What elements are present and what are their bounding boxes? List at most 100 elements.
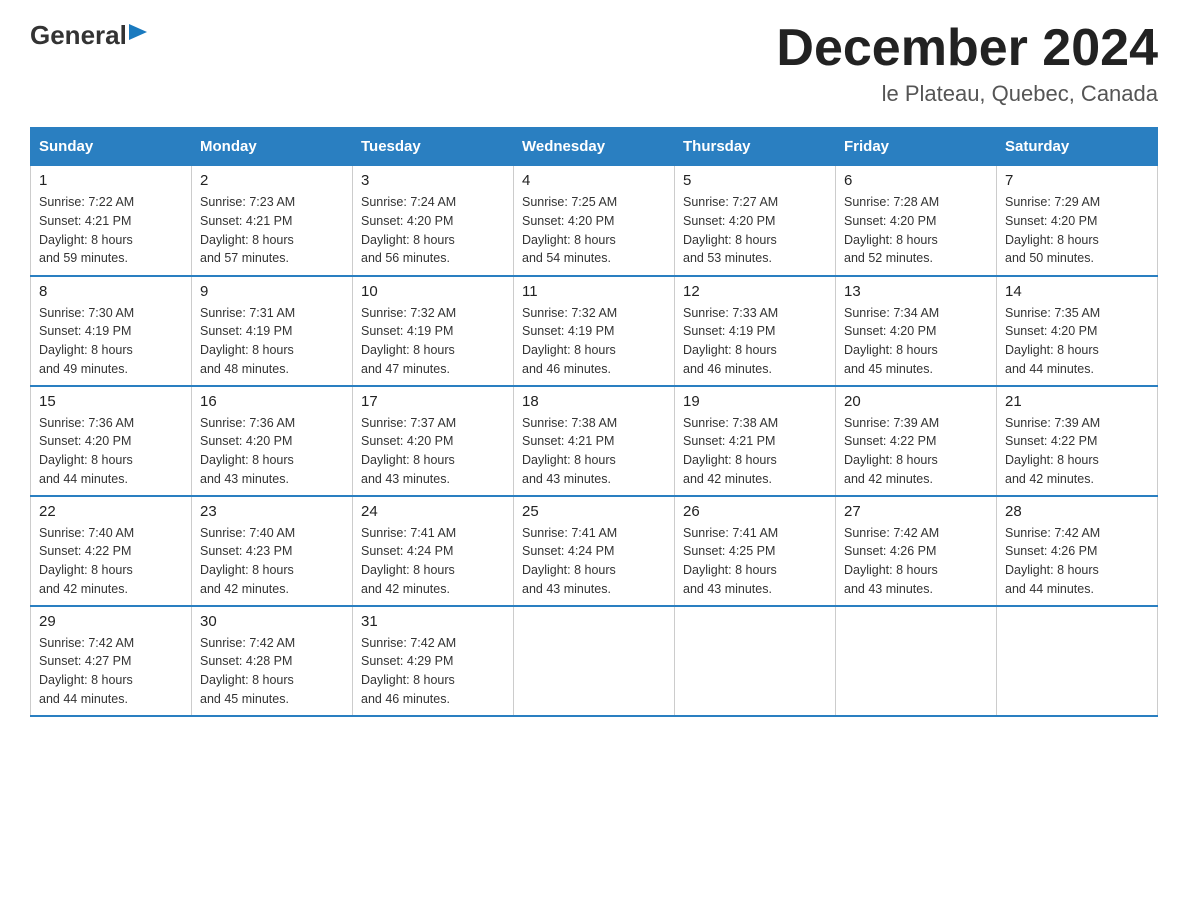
calendar-table: Sunday Monday Tuesday Wednesday Thursday… [30, 127, 1158, 717]
table-row: 5 Sunrise: 7:27 AM Sunset: 4:20 PM Dayli… [675, 166, 836, 276]
table-row: 21 Sunrise: 7:39 AM Sunset: 4:22 PM Dayl… [997, 386, 1158, 496]
day-number: 10 [361, 283, 505, 300]
day-number: 30 [200, 613, 344, 630]
calendar-week-row: 29 Sunrise: 7:42 AM Sunset: 4:27 PM Dayl… [31, 606, 1158, 716]
table-row: 7 Sunrise: 7:29 AM Sunset: 4:20 PM Dayli… [997, 166, 1158, 276]
day-info: Sunrise: 7:36 AM Sunset: 4:20 PM Dayligh… [200, 414, 344, 489]
table-row: 12 Sunrise: 7:33 AM Sunset: 4:19 PM Dayl… [675, 276, 836, 386]
day-number: 27 [844, 503, 988, 520]
logo-wordmark: General [30, 20, 147, 51]
day-number: 31 [361, 613, 505, 630]
day-info: Sunrise: 7:39 AM Sunset: 4:22 PM Dayligh… [844, 414, 988, 489]
table-row: 11 Sunrise: 7:32 AM Sunset: 4:19 PM Dayl… [514, 276, 675, 386]
day-info: Sunrise: 7:39 AM Sunset: 4:22 PM Dayligh… [1005, 414, 1149, 489]
day-info: Sunrise: 7:38 AM Sunset: 4:21 PM Dayligh… [683, 414, 827, 489]
logo-flag-icon [129, 20, 147, 51]
day-info: Sunrise: 7:38 AM Sunset: 4:21 PM Dayligh… [522, 414, 666, 489]
table-row: 14 Sunrise: 7:35 AM Sunset: 4:20 PM Dayl… [997, 276, 1158, 386]
day-number: 12 [683, 283, 827, 300]
day-number: 9 [200, 283, 344, 300]
day-number: 13 [844, 283, 988, 300]
day-info: Sunrise: 7:41 AM Sunset: 4:24 PM Dayligh… [361, 524, 505, 599]
day-number: 17 [361, 393, 505, 410]
day-info: Sunrise: 7:40 AM Sunset: 4:23 PM Dayligh… [200, 524, 344, 599]
day-number: 29 [39, 613, 183, 630]
header-friday: Friday [836, 128, 997, 166]
day-info: Sunrise: 7:41 AM Sunset: 4:25 PM Dayligh… [683, 524, 827, 599]
day-info: Sunrise: 7:30 AM Sunset: 4:19 PM Dayligh… [39, 304, 183, 379]
day-number: 3 [361, 172, 505, 189]
day-info: Sunrise: 7:25 AM Sunset: 4:20 PM Dayligh… [522, 193, 666, 268]
day-number: 25 [522, 503, 666, 520]
table-row: 18 Sunrise: 7:38 AM Sunset: 4:21 PM Dayl… [514, 386, 675, 496]
day-number: 8 [39, 283, 183, 300]
calendar-week-row: 8 Sunrise: 7:30 AM Sunset: 4:19 PM Dayli… [31, 276, 1158, 386]
table-row: 4 Sunrise: 7:25 AM Sunset: 4:20 PM Dayli… [514, 166, 675, 276]
header-tuesday: Tuesday [353, 128, 514, 166]
day-info: Sunrise: 7:34 AM Sunset: 4:20 PM Dayligh… [844, 304, 988, 379]
header-monday: Monday [192, 128, 353, 166]
day-info: Sunrise: 7:29 AM Sunset: 4:20 PM Dayligh… [1005, 193, 1149, 268]
day-info: Sunrise: 7:27 AM Sunset: 4:20 PM Dayligh… [683, 193, 827, 268]
day-number: 21 [1005, 393, 1149, 410]
location-subtitle: le Plateau, Quebec, Canada [776, 81, 1158, 107]
day-info: Sunrise: 7:37 AM Sunset: 4:20 PM Dayligh… [361, 414, 505, 489]
table-row [997, 606, 1158, 716]
day-number: 20 [844, 393, 988, 410]
day-info: Sunrise: 7:31 AM Sunset: 4:19 PM Dayligh… [200, 304, 344, 379]
table-row [836, 606, 997, 716]
day-info: Sunrise: 7:42 AM Sunset: 4:26 PM Dayligh… [844, 524, 988, 599]
day-number: 15 [39, 393, 183, 410]
day-info: Sunrise: 7:32 AM Sunset: 4:19 PM Dayligh… [361, 304, 505, 379]
day-number: 16 [200, 393, 344, 410]
day-number: 5 [683, 172, 827, 189]
month-year-title: December 2024 [776, 20, 1158, 77]
day-number: 23 [200, 503, 344, 520]
table-row: 28 Sunrise: 7:42 AM Sunset: 4:26 PM Dayl… [997, 496, 1158, 606]
table-row: 19 Sunrise: 7:38 AM Sunset: 4:21 PM Dayl… [675, 386, 836, 496]
header-sunday: Sunday [31, 128, 192, 166]
day-info: Sunrise: 7:36 AM Sunset: 4:20 PM Dayligh… [39, 414, 183, 489]
day-number: 1 [39, 172, 183, 189]
table-row: 9 Sunrise: 7:31 AM Sunset: 4:19 PM Dayli… [192, 276, 353, 386]
day-number: 24 [361, 503, 505, 520]
logo: General Blue [30, 20, 210, 51]
day-info: Sunrise: 7:22 AM Sunset: 4:21 PM Dayligh… [39, 193, 183, 268]
title-section: December 2024 le Plateau, Quebec, Canada [776, 20, 1158, 107]
table-row [675, 606, 836, 716]
header-saturday: Saturday [997, 128, 1158, 166]
day-info: Sunrise: 7:33 AM Sunset: 4:19 PM Dayligh… [683, 304, 827, 379]
table-row: 20 Sunrise: 7:39 AM Sunset: 4:22 PM Dayl… [836, 386, 997, 496]
table-row: 1 Sunrise: 7:22 AM Sunset: 4:21 PM Dayli… [31, 166, 192, 276]
day-info: Sunrise: 7:42 AM Sunset: 4:26 PM Dayligh… [1005, 524, 1149, 599]
page-header: General Blue December 2024 le Plateau, Q… [30, 20, 1158, 107]
table-row: 24 Sunrise: 7:41 AM Sunset: 4:24 PM Dayl… [353, 496, 514, 606]
day-number: 7 [1005, 172, 1149, 189]
calendar-week-row: 15 Sunrise: 7:36 AM Sunset: 4:20 PM Dayl… [31, 386, 1158, 496]
logo-general-word: General [30, 20, 127, 51]
day-number: 26 [683, 503, 827, 520]
header-thursday: Thursday [675, 128, 836, 166]
table-row: 10 Sunrise: 7:32 AM Sunset: 4:19 PM Dayl… [353, 276, 514, 386]
day-info: Sunrise: 7:28 AM Sunset: 4:20 PM Dayligh… [844, 193, 988, 268]
table-row: 31 Sunrise: 7:42 AM Sunset: 4:29 PM Dayl… [353, 606, 514, 716]
day-info: Sunrise: 7:23 AM Sunset: 4:21 PM Dayligh… [200, 193, 344, 268]
day-number: 22 [39, 503, 183, 520]
table-row: 30 Sunrise: 7:42 AM Sunset: 4:28 PM Dayl… [192, 606, 353, 716]
table-row: 17 Sunrise: 7:37 AM Sunset: 4:20 PM Dayl… [353, 386, 514, 496]
table-row: 26 Sunrise: 7:41 AM Sunset: 4:25 PM Dayl… [675, 496, 836, 606]
table-row: 13 Sunrise: 7:34 AM Sunset: 4:20 PM Dayl… [836, 276, 997, 386]
table-row: 25 Sunrise: 7:41 AM Sunset: 4:24 PM Dayl… [514, 496, 675, 606]
table-row: 23 Sunrise: 7:40 AM Sunset: 4:23 PM Dayl… [192, 496, 353, 606]
day-info: Sunrise: 7:35 AM Sunset: 4:20 PM Dayligh… [1005, 304, 1149, 379]
header-wednesday: Wednesday [514, 128, 675, 166]
table-row: 29 Sunrise: 7:42 AM Sunset: 4:27 PM Dayl… [31, 606, 192, 716]
table-row: 27 Sunrise: 7:42 AM Sunset: 4:26 PM Dayl… [836, 496, 997, 606]
day-info: Sunrise: 7:42 AM Sunset: 4:29 PM Dayligh… [361, 634, 505, 709]
day-number: 18 [522, 393, 666, 410]
calendar-week-row: 22 Sunrise: 7:40 AM Sunset: 4:22 PM Dayl… [31, 496, 1158, 606]
day-number: 19 [683, 393, 827, 410]
day-number: 14 [1005, 283, 1149, 300]
table-row: 22 Sunrise: 7:40 AM Sunset: 4:22 PM Dayl… [31, 496, 192, 606]
day-number: 28 [1005, 503, 1149, 520]
